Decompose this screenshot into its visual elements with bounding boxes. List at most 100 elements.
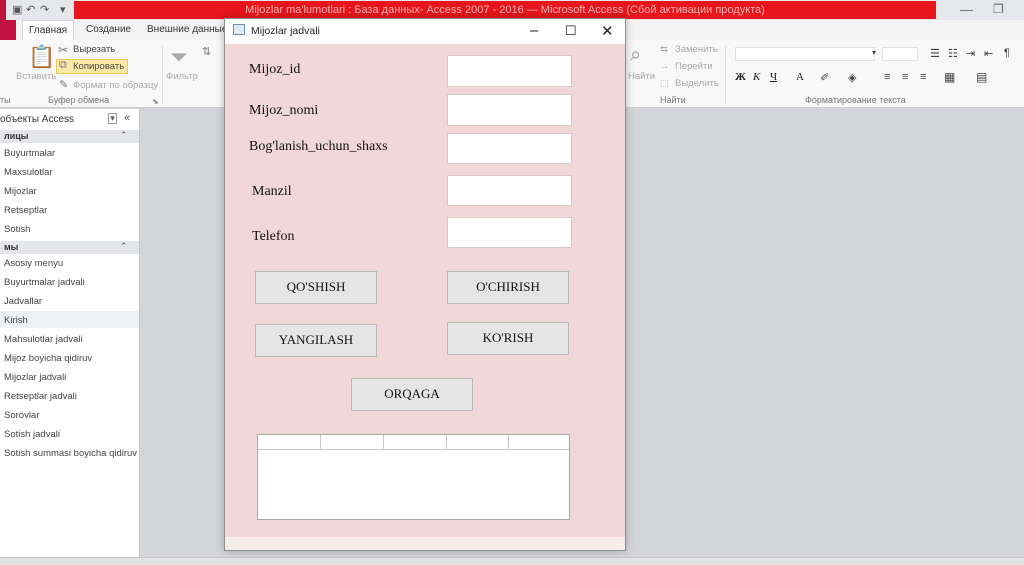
filter-icon[interactable]: ⏷ (170, 44, 188, 70)
goto-button[interactable]: Перейти (675, 61, 713, 72)
nav-item[interactable]: Buyurtmalar (4, 148, 55, 159)
delete-button[interactable]: O'CHIRISH (447, 271, 569, 304)
grid-column-header[interactable] (321, 435, 384, 450)
nav-item[interactable]: Buyurtmalar jadvali (4, 277, 85, 288)
align-right-icon[interactable]: ≡ (920, 71, 926, 83)
tab-home[interactable]: Главная (22, 20, 75, 40)
group-collapse-icon[interactable]: ⌃ (120, 241, 128, 252)
nav-dropdown-icon[interactable]: ▾ (108, 113, 117, 124)
nav-item[interactable]: Sotish (4, 224, 30, 235)
nav-item[interactable]: Mijozlar (4, 186, 37, 197)
format-painter-button[interactable]: Формат по образцу (73, 80, 158, 91)
input-mijoz-id[interactable] (447, 55, 572, 87)
file-tab-edge[interactable] (0, 0, 6, 20)
find-button[interactable]: Найти (628, 71, 655, 82)
redo-icon[interactable]: ↷ (40, 3, 49, 16)
select-icon[interactable]: ⬚ (660, 78, 669, 89)
group-collapse-icon[interactable]: ⌃ (120, 130, 128, 141)
find-group-label: Найти (660, 95, 686, 105)
input-boglanish[interactable] (447, 133, 572, 164)
nav-group-label: лицы (4, 131, 29, 141)
font-dropdown-arrow-icon[interactable]: ▾ (872, 48, 876, 57)
nav-item[interactable]: Maxsulotlar (4, 167, 53, 178)
scissors-icon[interactable]: ✂ (58, 43, 68, 57)
app-minimize-icon[interactable]: — (960, 2, 973, 17)
sort-icon[interactable]: ⇅ (202, 45, 211, 58)
select-button[interactable]: Выделить (675, 78, 719, 89)
nav-item[interactable]: Mijoz boyicha qidiruv (4, 353, 92, 364)
binoculars-icon[interactable]: ⌕ (630, 44, 641, 67)
filter-button[interactable]: Фильтр (166, 71, 198, 82)
nav-item[interactable]: Sotish summasi boyicha qidiruv (4, 448, 137, 459)
nav-pane-title[interactable]: объекты Access (0, 114, 74, 125)
fill-color-icon[interactable]: ◈ (848, 71, 856, 84)
nav-item[interactable]: Sotish jadvali (4, 429, 60, 440)
nav-item[interactable]: Jadvallar (4, 296, 42, 307)
ribbon-separator (162, 46, 163, 104)
maximize-icon[interactable]: ☐ (565, 23, 577, 39)
input-telefon[interactable] (447, 217, 572, 248)
input-manzil[interactable] (447, 175, 572, 206)
list-numbers-icon[interactable]: ☷ (948, 47, 958, 60)
label-telefon: Telefon (252, 229, 295, 244)
close-icon[interactable]: ✕ (601, 22, 614, 40)
tab-create[interactable]: Создание (80, 20, 137, 40)
clipboard-expand-icon[interactable]: ⬊ (152, 97, 159, 106)
italic-icon[interactable]: К (753, 71, 760, 83)
minimize-icon[interactable]: – (530, 22, 538, 39)
underline-icon[interactable]: Ч (770, 71, 777, 83)
label-mijoz-id: Mijoz_id (249, 62, 301, 77)
undo-icon[interactable]: ↶ (26, 3, 35, 16)
form-footer (225, 537, 625, 550)
file-tab[interactable] (0, 20, 16, 40)
nav-item[interactable]: Retseptlar (4, 205, 47, 216)
add-button[interactable]: QO'SHISH (255, 271, 377, 304)
goto-icon[interactable]: → (660, 61, 670, 72)
outdent-icon[interactable]: ⇤ (984, 47, 993, 60)
font-size-dropdown[interactable] (882, 47, 918, 61)
save-icon[interactable]: ▣ (12, 3, 22, 16)
replace-button[interactable]: Заменить (675, 44, 718, 55)
copy-icon: ⧉ (59, 59, 67, 71)
font-name-dropdown[interactable] (735, 47, 875, 61)
paste-icon[interactable]: 📋 (28, 44, 55, 70)
format-painter-icon[interactable]: ✎ (59, 78, 68, 91)
font-color-icon[interactable]: A (796, 71, 804, 83)
nav-collapse-icon[interactable]: « (124, 112, 130, 124)
qat-dropdown-icon[interactable]: ▾ (60, 3, 66, 16)
alternate-row-color-icon[interactable]: ▤ (976, 70, 987, 84)
highlight-icon[interactable]: ✐ (820, 71, 829, 84)
grid-column-header[interactable] (384, 435, 447, 450)
tab-external-data[interactable]: Внешние данные (141, 20, 233, 40)
grid-column-header[interactable] (258, 435, 321, 450)
nav-group-label: мы (4, 242, 19, 252)
view-button[interactable]: KO'RISH (447, 322, 569, 355)
nav-item[interactable]: Mijozlar jadvali (4, 372, 66, 383)
ribbon-separator (725, 46, 726, 104)
bold-icon[interactable]: Ж (735, 71, 746, 83)
nav-group-tables[interactable]: лицы (0, 130, 139, 143)
nav-item[interactable]: Kirish (4, 315, 28, 326)
list-bullets-icon[interactable]: ☰ (930, 47, 940, 60)
back-button[interactable]: ORQAGA (351, 378, 473, 411)
align-center-icon[interactable]: ≡ (902, 71, 908, 83)
gridlines-icon[interactable]: ▦ (944, 70, 955, 84)
nav-item[interactable]: Sorovlar (4, 410, 39, 421)
indent-icon[interactable]: ⇥ (966, 47, 975, 60)
replace-icon[interactable]: ⇆ (660, 44, 668, 55)
nav-group-forms[interactable]: мы (0, 241, 139, 254)
grid-column-header[interactable] (509, 435, 569, 450)
paragraph-icon[interactable]: ¶ (1004, 47, 1010, 59)
nav-item[interactable]: Mahsulotlar jadvali (4, 334, 83, 345)
modes-group-label: ты (0, 95, 11, 105)
paste-button[interactable]: Вставить (16, 71, 56, 82)
cut-button[interactable]: Вырезать (73, 44, 115, 55)
align-left-icon[interactable]: ≡ (884, 71, 890, 83)
nav-item[interactable]: Retseptlar jadvali (4, 391, 77, 402)
grid-column-header[interactable] (447, 435, 509, 450)
app-title: Mijozlar ma'lumotlari : База данных- Acc… (74, 1, 936, 19)
input-mijoz-nomi[interactable] (447, 94, 572, 126)
update-button[interactable]: YANGILASH (255, 324, 377, 357)
nav-item[interactable]: Asosiy menyu (4, 258, 63, 269)
app-restore-icon[interactable]: ❐ (993, 2, 1004, 16)
